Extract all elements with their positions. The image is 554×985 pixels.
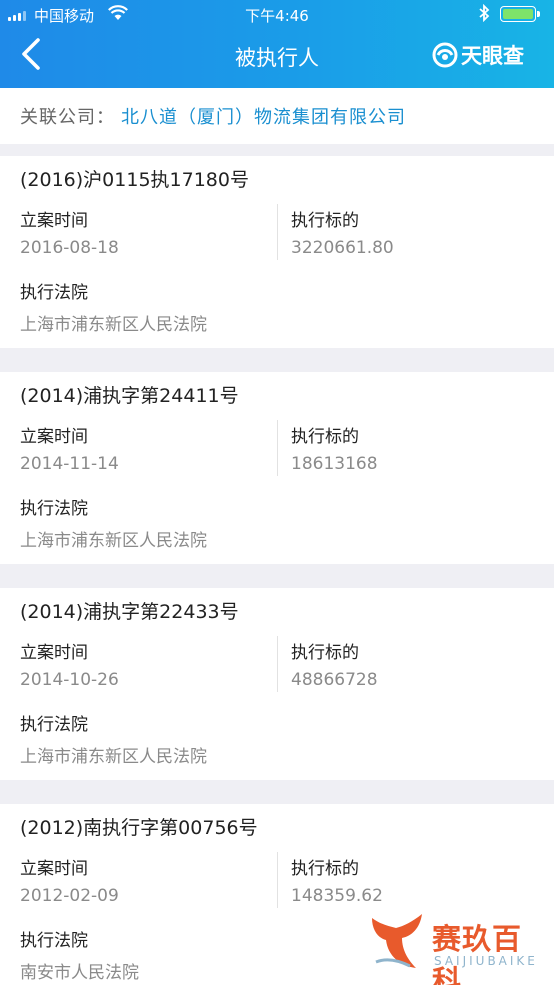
status-bar: 中国移动 下午4:46 bbox=[0, 0, 554, 28]
case-list: (2016)沪0115执17180号 立案时间 2016-08-18 执行标的 … bbox=[0, 156, 554, 985]
court-value: 上海市浦东新区人民法院 bbox=[20, 747, 207, 767]
column-divider bbox=[277, 204, 278, 260]
filing-date-value: 2014-11-14 bbox=[20, 454, 119, 474]
brand-logo: 天眼查 bbox=[432, 40, 524, 70]
court-value: 上海市浦东新区人民法院 bbox=[20, 531, 207, 551]
filing-date-value: 2016-08-18 bbox=[20, 238, 119, 258]
column-divider bbox=[277, 636, 278, 692]
court-value: 南安市人民法院 bbox=[20, 963, 139, 983]
court-label: 执行法院 bbox=[20, 283, 88, 303]
case-card[interactable]: (2014)浦执字第22433号 立案时间 2014-10-26 执行标的 48… bbox=[0, 588, 554, 780]
case-number: (2014)浦执字第22433号 bbox=[20, 601, 239, 623]
watermark-subtext: SAIJIUBAIKE bbox=[434, 954, 538, 968]
bluetooth-icon bbox=[478, 3, 490, 26]
case-number: (2012)南执行字第00756号 bbox=[20, 817, 258, 839]
related-company-bar: 关联公司： 北八道（厦门）物流集团有限公司 bbox=[0, 88, 554, 144]
column-divider bbox=[277, 852, 278, 908]
case-card[interactable]: (2014)浦执字第24411号 立案时间 2014-11-14 执行标的 18… bbox=[0, 372, 554, 564]
tianyancha-eye-icon bbox=[432, 42, 458, 68]
court-label: 执行法院 bbox=[20, 499, 88, 519]
related-company-label: 关联公司： bbox=[20, 107, 115, 128]
filing-date-label: 立案时间 bbox=[20, 211, 88, 231]
target-label: 执行标的 bbox=[291, 211, 359, 231]
status-time: 下午4:46 bbox=[245, 7, 309, 25]
whale-tail-icon bbox=[372, 914, 422, 968]
filing-date-label: 立案时间 bbox=[20, 427, 88, 447]
target-value: 48866728 bbox=[291, 670, 378, 690]
target-value: 148359.62 bbox=[291, 886, 383, 906]
related-company-link[interactable]: 北八道（厦门）物流集团有限公司 bbox=[121, 103, 406, 129]
case-number: (2014)浦执字第24411号 bbox=[20, 385, 239, 407]
target-value: 18613168 bbox=[291, 454, 378, 474]
brand-name: 天眼查 bbox=[461, 44, 524, 68]
filing-date-label: 立案时间 bbox=[20, 859, 88, 879]
court-label: 执行法院 bbox=[20, 931, 88, 951]
app-header: 中国移动 下午4:46 被执行人 天眼查 bbox=[0, 0, 554, 88]
watermark: 赛玖百科 SAIJIUBAIKE bbox=[366, 910, 546, 985]
filing-date-label: 立案时间 bbox=[20, 643, 88, 663]
court-value: 上海市浦东新区人民法院 bbox=[20, 315, 207, 335]
court-label: 执行法院 bbox=[20, 715, 88, 735]
column-divider bbox=[277, 420, 278, 476]
case-card[interactable]: (2016)沪0115执17180号 立案时间 2016-08-18 执行标的 … bbox=[0, 156, 554, 348]
battery-icon bbox=[500, 6, 540, 22]
case-number: (2016)沪0115执17180号 bbox=[20, 169, 249, 191]
filing-date-value: 2014-10-26 bbox=[20, 670, 119, 690]
target-label: 执行标的 bbox=[291, 427, 359, 447]
target-label: 执行标的 bbox=[291, 643, 359, 663]
target-value: 3220661.80 bbox=[291, 238, 394, 258]
target-label: 执行标的 bbox=[291, 859, 359, 879]
watermark-text: 赛玖百科 bbox=[432, 922, 523, 985]
filing-date-value: 2012-02-09 bbox=[20, 886, 119, 906]
